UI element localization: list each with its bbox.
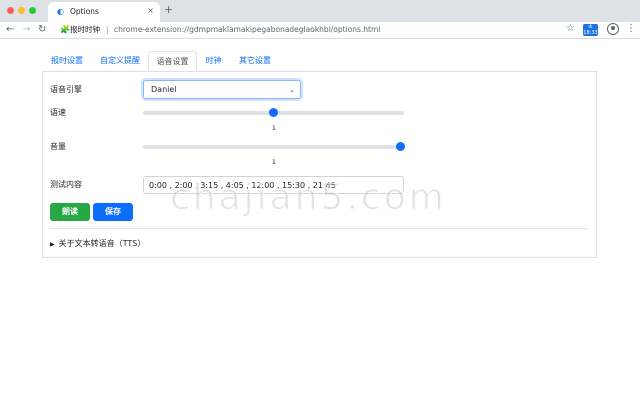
new-tab-button[interactable]: + <box>164 4 173 16</box>
reload-icon[interactable]: ↻ <box>38 23 46 36</box>
puzzle-icon: 🧩 <box>60 25 70 34</box>
volume-slider-thumb[interactable] <box>395 142 405 151</box>
forward-arrow-icon[interactable]: → <box>22 23 30 36</box>
voice-engine-value: Daniel <box>151 85 177 94</box>
tab-custom-reminders[interactable]: 自定义提醒 <box>92 51 148 71</box>
url-separator: | <box>106 25 109 34</box>
volume-label: 音量 <box>50 142 66 151</box>
tab-title: Options <box>70 7 99 16</box>
tab-report-settings[interactable]: 报时设置 <box>42 51 92 71</box>
settings-panel <box>42 71 597 258</box>
rate-value: 1 <box>271 124 277 132</box>
tab-other-settings[interactable]: 其它设置 <box>230 51 280 71</box>
triangle-right-icon: ▶ <box>50 241 55 248</box>
rate-slider[interactable] <box>143 108 404 118</box>
rate-slider-thumb[interactable] <box>269 108 278 117</box>
volume-slider[interactable] <box>143 142 405 152</box>
clock-icon: ◐ <box>57 7 64 16</box>
minimize-window-button[interactable] <box>18 7 25 14</box>
back-arrow-icon[interactable]: ← <box>6 23 14 36</box>
settings-tabs: 报时设置 自定义提醒 语音设置 时钟 其它设置 <box>42 51 598 72</box>
chevron-down-icon: ⌄ <box>289 86 295 94</box>
maximize-window-button[interactable] <box>29 7 36 14</box>
extension-clock-icon[interactable]: ılı 18:33 <box>583 24 598 36</box>
address-bar[interactable]: 🧩 报时时钟 | chrome-extension://gdmpmaklamak… <box>54 23 556 36</box>
close-window-button[interactable] <box>7 7 14 14</box>
tab-voice-settings[interactable]: 语音设置 <box>148 51 197 71</box>
profile-avatar-icon[interactable] <box>607 23 619 35</box>
voice-engine-select[interactable]: Daniel ⌄ <box>143 80 301 99</box>
watermark-logo: chajian5.com <box>170 177 447 218</box>
extension-badge-time: 18:33 <box>583 30 598 36</box>
engine-label: 语音引擎 <box>50 85 82 94</box>
save-button[interactable]: 保存 <box>93 203 133 221</box>
divider <box>50 228 588 229</box>
browser-tab-strip: ◐ Options × + <box>0 0 640 22</box>
menu-kebab-icon[interactable]: ⋮ <box>626 23 636 35</box>
url-text[interactable]: chrome-extension://gdmpmaklamakipegabona… <box>114 24 380 35</box>
tab-clock[interactable]: 时钟 <box>197 51 230 71</box>
browser-tab[interactable]: ◐ Options × <box>48 2 160 22</box>
volume-value: 1 <box>271 158 277 166</box>
close-tab-icon[interactable]: × <box>147 6 154 16</box>
rate-label: 语速 <box>50 108 66 117</box>
browser-toolbar: ← → ↻ 🧩 报时时钟 | chrome-extension://gdmpma… <box>0 22 640 39</box>
tts-details-label: 关于文本转语音（TTS） <box>58 239 146 248</box>
bookmark-star-icon[interactable]: ☆ <box>566 23 575 35</box>
read-aloud-button[interactable]: 朗读 <box>50 203 90 221</box>
tts-details-toggle[interactable]: ▶ 关于文本转语音（TTS） <box>50 239 145 250</box>
volume-slider-track <box>143 145 404 149</box>
test-content-label: 测试内容 <box>50 180 82 189</box>
extension-name: 报时时钟 <box>70 25 100 34</box>
